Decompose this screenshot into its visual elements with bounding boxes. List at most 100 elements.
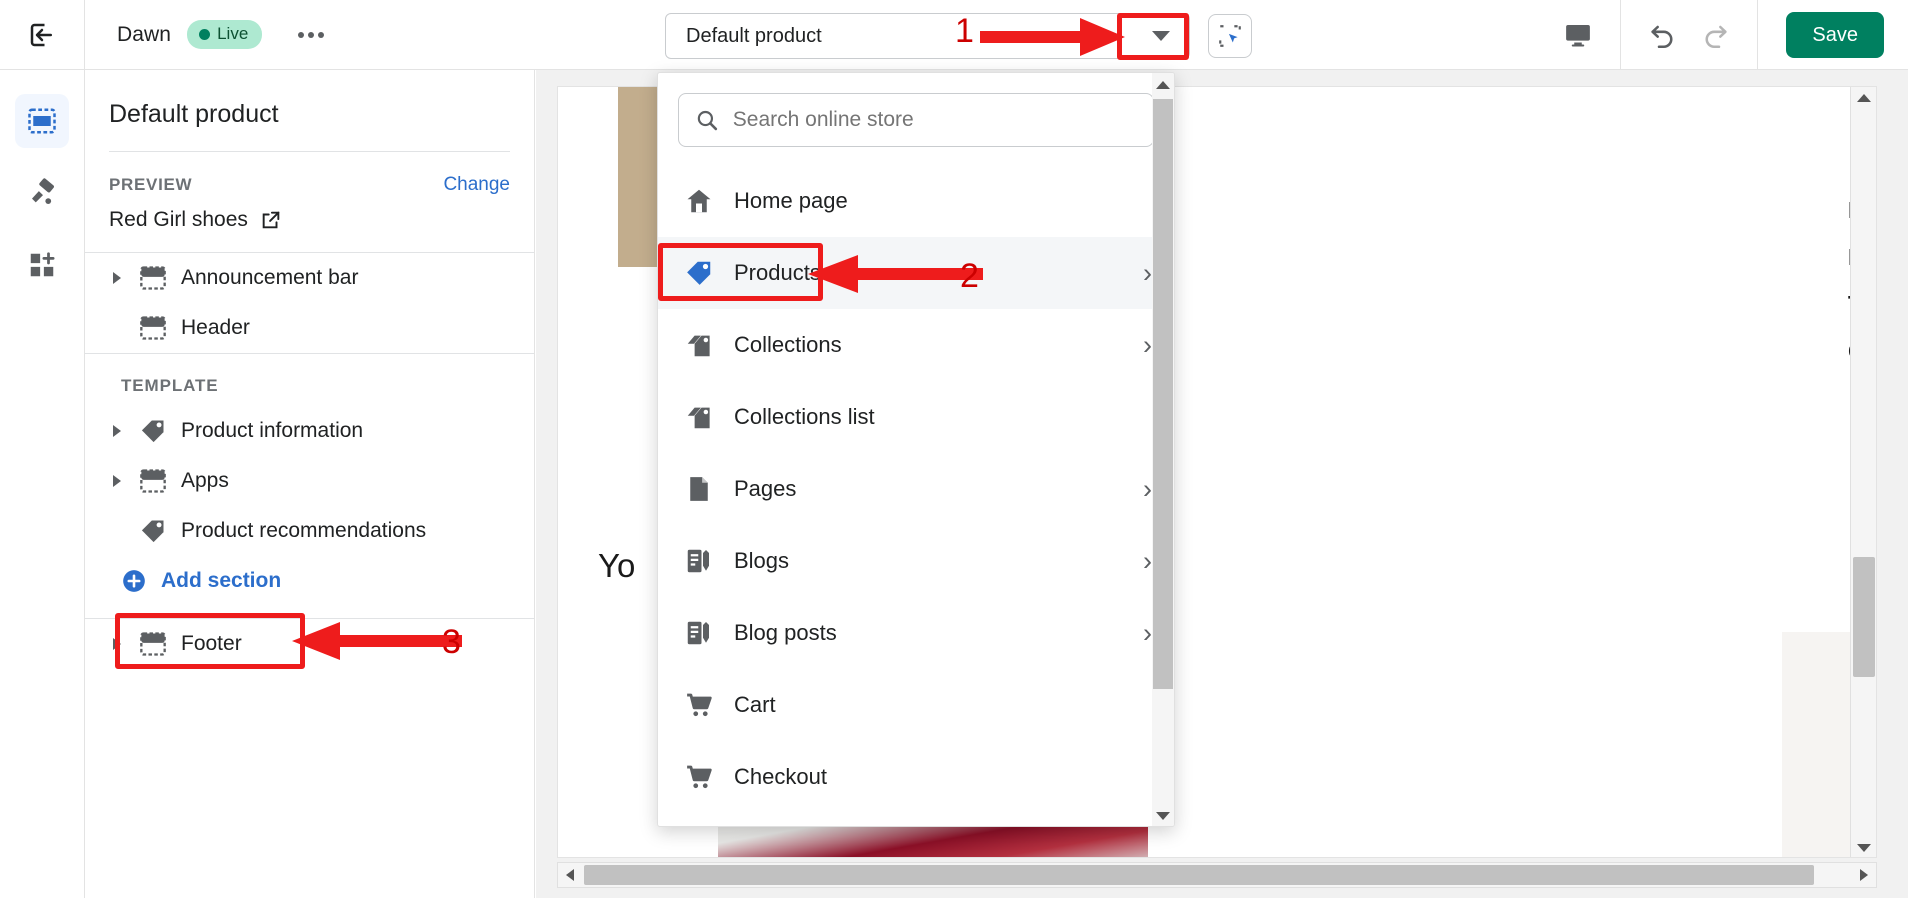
cart-icon	[687, 693, 712, 717]
sidebar-item-label: Apps	[181, 469, 229, 492]
scroll-up-arrow[interactable]	[1851, 87, 1876, 109]
sidebar-item-label: Product recommendations	[181, 519, 427, 542]
rail-item-sections[interactable]	[15, 94, 69, 148]
icon-rail	[0, 70, 85, 898]
section-icon	[140, 316, 166, 340]
dropdown-item-label: Collections	[734, 332, 842, 357]
dropdown-item-collections-list[interactable]: Collections list	[658, 381, 1174, 453]
expand-toggle[interactable]	[109, 425, 125, 437]
scroll-down-arrow[interactable]	[1851, 837, 1876, 857]
expand-toggle[interactable]	[109, 638, 125, 650]
collection-icon	[687, 407, 710, 429]
triangle-down-icon	[1156, 812, 1170, 820]
dropdown-item-label: Blogs	[734, 548, 790, 573]
dropdown-scroll-down[interactable]	[1152, 804, 1174, 826]
redo-button[interactable]	[1689, 9, 1741, 61]
dropdown-item-label: Cart	[734, 692, 776, 717]
triangle-right-icon	[113, 272, 121, 284]
scrollbar-thumb[interactable]	[584, 865, 1814, 885]
preview-horizontal-scrollbar[interactable]	[557, 862, 1877, 888]
change-preview-link[interactable]: Change	[443, 174, 510, 196]
plus-circle-icon	[123, 570, 145, 592]
search-input[interactable]	[732, 108, 1137, 132]
live-dot-icon	[199, 28, 211, 40]
blog-icon	[687, 621, 709, 645]
scroll-right-arrow[interactable]	[1852, 863, 1876, 887]
dropdown-item-cart[interactable]: Cart	[658, 669, 1174, 741]
toolbar-divider	[1757, 0, 1759, 70]
save-button[interactable]: Save	[1786, 12, 1884, 58]
dropdown-item-label: Blog posts	[734, 620, 837, 645]
chevron-right-icon: ›	[1143, 473, 1152, 504]
dropdown-item-products[interactable]: Products ›	[658, 237, 1174, 309]
device-preview-button[interactable]	[1552, 9, 1604, 61]
sidebar-item-label: Product information	[181, 419, 364, 442]
sidebar-top-sections: Announcement bar Header	[85, 253, 534, 353]
redo-icon	[1705, 25, 1728, 48]
dropdown-scroll-up[interactable]	[1152, 73, 1174, 97]
theme-editor-window: Dawn Live Default product Save Default p…	[0, 0, 1908, 898]
search-icon	[697, 110, 718, 131]
rail-item-apps[interactable]	[15, 238, 69, 292]
undo-button[interactable]	[1637, 9, 1689, 61]
external-link-icon[interactable]	[260, 209, 282, 231]
tag-icon-blue	[687, 261, 711, 285]
status-badge-label: Live	[217, 24, 249, 43]
dropdown-item-label: Collections list	[734, 404, 875, 429]
exit-icon	[30, 23, 52, 46]
dropdown-scrollbar[interactable]	[1152, 73, 1174, 826]
chevron-right-icon: ›	[1143, 257, 1152, 288]
tag-icon	[141, 520, 164, 543]
add-section-button[interactable]: Add section	[85, 556, 534, 606]
sidebar-item-announcement-bar[interactable]: Announcement bar	[85, 253, 534, 303]
sidebar-item-apps[interactable]: Apps	[85, 456, 534, 506]
dropdown-item-checkout[interactable]: Checkout	[658, 741, 1174, 813]
undo-icon	[1651, 25, 1673, 48]
section-icon	[140, 266, 166, 290]
template-group-label: TEMPLATE	[121, 376, 219, 395]
expand-toggle[interactable]	[109, 475, 125, 487]
page-selector-caret[interactable]	[1133, 14, 1189, 58]
dropdown-item-list: Home page Products › Collections › Collection…	[658, 165, 1174, 813]
marquee-select-icon	[1219, 25, 1241, 47]
theme-settings-icon	[32, 178, 54, 204]
more-options-button[interactable]	[290, 14, 332, 56]
preview-heading: Yo	[598, 547, 636, 584]
dropdown-item-blog-posts[interactable]: Blog posts ›	[658, 597, 1174, 669]
scrollbar-thumb[interactable]	[1853, 557, 1875, 677]
sidebar-item-product-recommendations[interactable]: Product recommendations	[85, 506, 534, 556]
sidebar-item-label: Footer	[181, 632, 242, 655]
sidebar-item-product-information[interactable]: Product information	[85, 406, 534, 456]
scrollbar-thumb[interactable]	[1153, 99, 1173, 689]
triangle-down-icon	[1857, 844, 1871, 852]
expand-toggle[interactable]	[109, 272, 125, 284]
sidebar-footer-sections: Footer	[85, 619, 534, 669]
dropdown-item-pages[interactable]: Pages ›	[658, 453, 1174, 525]
cart-icon	[687, 765, 712, 789]
scroll-left-arrow[interactable]	[558, 863, 582, 887]
page-icon	[690, 477, 708, 501]
search-field[interactable]	[678, 93, 1154, 147]
sidebar-item-header[interactable]: Header	[85, 303, 534, 353]
dropdown-item-label: Checkout	[734, 764, 827, 789]
dropdown-item-collections[interactable]: Collections ›	[658, 309, 1174, 381]
dropdown-item-label: Pages	[734, 476, 797, 501]
dropdown-item-blogs[interactable]: Blogs ›	[658, 525, 1174, 597]
section-icon	[140, 469, 166, 493]
collection-icon	[687, 335, 710, 357]
sidebar-item-label: Header	[181, 316, 250, 339]
preview-resource-name: Red Girl shoes	[109, 208, 248, 231]
sidebar-template-sections: Product information Apps Product recommend…	[85, 406, 534, 556]
ellipsis-icon	[318, 31, 325, 38]
dropdown-item-home-page[interactable]: Home page	[658, 165, 1174, 237]
exit-editor-button[interactable]	[0, 0, 85, 70]
rail-item-theme-settings[interactable]	[15, 166, 69, 220]
preview-vertical-scrollbar[interactable]	[1850, 87, 1876, 857]
theme-name: Dawn	[117, 22, 172, 46]
top-bar-right-tools: Save	[1552, 0, 1908, 70]
inspect-tool-button[interactable]	[1208, 14, 1252, 58]
sidebar-item-footer[interactable]: Footer	[85, 619, 534, 669]
preview-left-gutter	[558, 87, 618, 857]
triangle-right-icon	[113, 638, 121, 650]
page-selector[interactable]: Default product	[665, 13, 1190, 59]
